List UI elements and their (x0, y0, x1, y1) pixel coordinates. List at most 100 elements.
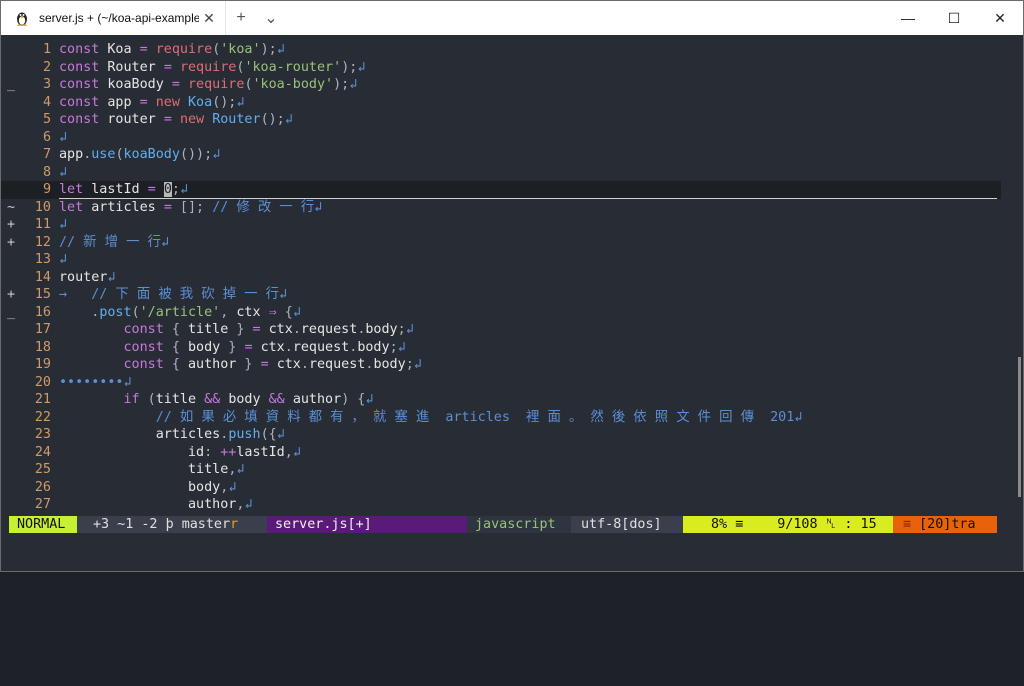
line-number: 19 (34, 357, 51, 372)
line-code: const { author } = ctx.request.body;↲ (123, 357, 422, 372)
line-code: const { body } = ctx.request.body;↲ (123, 339, 406, 355)
line-code: ↲ (59, 252, 68, 267)
line-code: const Koa = require('koa');↲ (59, 42, 285, 57)
code-line[interactable]: _ 16 .post('/article', ctx ⇒ {↲ (1, 304, 1001, 322)
line-number: 1 (42, 42, 51, 57)
code-line[interactable]: 19 const { author } = ctx.request.body;↲ (1, 356, 1001, 374)
line-number: 3 (42, 77, 51, 92)
line-code: body,↲ (188, 479, 237, 495)
trailing-whitespace-warning: [20]tra (919, 517, 976, 532)
line-number: 23 (34, 427, 51, 442)
line-number: 5 (42, 112, 51, 127)
code-line[interactable]: +12 // 新 增 一 行↲ (1, 234, 1001, 252)
line-code: const Router = require('koa-router');↲ (59, 59, 366, 75)
git-branch-name: master (181, 517, 231, 532)
code-line[interactable]: 21 if (title && body && author) {↲ (1, 391, 1001, 409)
line-number: 22 (34, 409, 51, 425)
line-code: // 新 增 一 行↲ (59, 234, 169, 250)
scrollbar-thumb[interactable] (1018, 357, 1021, 497)
line-number: 14 (34, 269, 51, 285)
line-number: 27 (34, 497, 51, 512)
tab-server-js[interactable]: server.js + (~/koa-api-example) ✕ (1, 1, 226, 35)
line-number: 6 (42, 129, 51, 145)
mode-indicator: NORMAL (9, 516, 77, 533)
warning-segment: ≡ [20]tra (893, 516, 997, 533)
vim-statusline: NORMAL +3 ~1 -2 ϸ masterr server.js[+] j… (9, 516, 997, 533)
new-tab-button[interactable]: + (226, 1, 256, 35)
position-segment: 8% ≡ 9/108 ␤ : 15 (683, 516, 893, 533)
line-code: id: ++lastId,↲ (188, 444, 301, 460)
code-line[interactable]: _ 3 const koaBody = require('koa-body');↲ (1, 76, 1001, 94)
line-number: 8 (42, 164, 51, 180)
filename-segment: server.js[+] (267, 516, 467, 533)
code-line[interactable]: 14 router↲ (1, 269, 1001, 287)
code-line[interactable]: 25 title,↲ (1, 461, 1001, 479)
line-number: 17 (34, 322, 51, 337)
line-code: title,↲ (188, 462, 245, 477)
vim-editor-buffer[interactable]: 1 const Koa = require('koa');↲ 2 const Rout… (1, 35, 1001, 513)
code-line[interactable]: ~10 let articles = []; // 修 改 一 行↲ (1, 199, 1001, 217)
code-line[interactable]: +11 ↲ (1, 216, 1001, 234)
code-line[interactable]: 1 const Koa = require('koa');↲ (1, 41, 1001, 59)
git-sign: _ (7, 304, 16, 320)
powerline-separator (77, 516, 87, 533)
code-line[interactable]: 20 ••••••••↲ (1, 374, 1001, 392)
current-code-line[interactable]: 9 let lastId = 0;↲ (1, 181, 1001, 199)
line-number: 4 (42, 94, 51, 110)
maximize-button[interactable]: ☐ (931, 1, 977, 35)
filetype-segment: javascript (467, 516, 571, 533)
line-code: if (title && body && author) {↲ (123, 392, 374, 407)
line-code: const router = new Router();↲ (59, 112, 293, 127)
code-line[interactable]: +15 → // 下 面 被 我 砍 掉 一 行↲ (1, 286, 1001, 304)
tab-close-icon[interactable]: ✕ (199, 10, 219, 27)
line-number: 12 (34, 234, 51, 250)
line-number: 9 (42, 182, 51, 197)
line-code: const app = new Koa();↲ (59, 94, 245, 110)
code-line[interactable]: 13 ↲ (1, 251, 1001, 269)
mode-label: NORMAL (17, 517, 66, 532)
line-number: 26 (34, 479, 51, 495)
line-number: 13 (34, 252, 51, 267)
filetype: javascript (475, 517, 556, 532)
code-line[interactable]: 17 const { title } = ctx.request.body;↲ (1, 321, 1001, 339)
line-number: 7 (42, 147, 51, 162)
line-position: 9/108 (777, 517, 818, 532)
git-diff-summary: +3 ~1 -2 ϸ masterr (87, 516, 267, 533)
code-line[interactable]: 8 ↲ (1, 164, 1001, 182)
line-code: author,↲ (188, 497, 253, 512)
vertical-scrollbar[interactable] (1001, 35, 1023, 571)
code-line[interactable]: 22 // 如 果 必 填 資 料 都 有 ， 就 塞 進 articles 裡… (1, 409, 1001, 427)
code-line[interactable]: 4 const app = new Koa();↲ (1, 94, 1001, 112)
line-code: const { title } = ctx.request.body;↲ (123, 322, 414, 337)
warning-icon: ≡ (903, 517, 912, 532)
terminal-window: server.js + (~/koa-api-example) ✕ + ⌄ — … (0, 0, 1024, 572)
code-line[interactable]: 7 app.use(koaBody());↲ (1, 146, 1001, 164)
code-line[interactable]: 24 id: ++lastId,↲ (1, 444, 1001, 462)
line-code: const koaBody = require('koa-body');↲ (59, 77, 358, 92)
code-line[interactable]: 18 const { body } = ctx.request.body;↲ (1, 339, 1001, 357)
code-line[interactable]: 27 author,↲ (1, 496, 1001, 513)
line-code: ••••••••↲ (59, 374, 132, 390)
code-line[interactable]: 6 ↲ (1, 129, 1001, 147)
git-sign: + (7, 287, 16, 302)
title-bar: server.js + (~/koa-api-example) ✕ + ⌄ — … (1, 1, 1023, 35)
line-number: 10 (34, 199, 51, 215)
git-sign: ~ (7, 199, 16, 215)
line-code: router↲ (59, 269, 116, 285)
line-code: // 如 果 必 填 資 料 都 有 ， 就 塞 進 articles 裡 面 … (155, 409, 803, 425)
diff-counts: +3 ~1 -2 (93, 517, 158, 532)
code-line[interactable]: 2 const Router = require('koa-router');↲ (1, 59, 1001, 77)
line-number: 2 (42, 59, 51, 75)
code-line[interactable]: 5 const router = new Router();↲ (1, 111, 1001, 129)
close-button[interactable]: ✕ (977, 1, 1023, 35)
encoding: utf-8[dos] (581, 517, 662, 532)
column-position: : 15 (844, 517, 877, 532)
tab-dropdown-chevron-icon[interactable]: ⌄ (256, 1, 286, 35)
window-controls: — ☐ ✕ (885, 1, 1023, 35)
git-sign: + (7, 234, 16, 250)
code-line[interactable]: 23 articles.push({↲ (1, 426, 1001, 444)
line-code: ↲ (59, 129, 68, 145)
code-line[interactable]: 26 body,↲ (1, 479, 1001, 497)
minimize-button[interactable]: — (885, 1, 931, 35)
tab-title: server.js + (~/koa-api-example) (39, 11, 199, 25)
